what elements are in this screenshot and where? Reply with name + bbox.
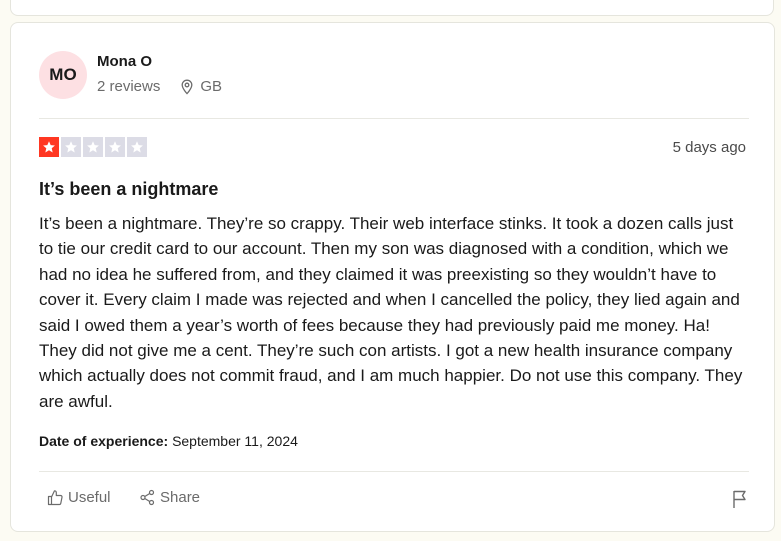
review-body: It’s been a nightmare. They’re so crappy… <box>39 214 743 411</box>
reviewer-meta: 2 reviews GB <box>97 78 222 95</box>
experience-date: September 11, 2024 <box>172 433 298 449</box>
avatar[interactable]: MO <box>39 51 87 99</box>
star-empty <box>83 137 103 157</box>
star-empty <box>105 137 125 157</box>
star-icon <box>109 141 121 153</box>
country-code: GB <box>200 78 223 95</box>
review-title[interactable]: It’s been a nightmare <box>39 179 218 200</box>
reviewer-name[interactable]: Mona O <box>97 53 152 70</box>
reviewer-location: GB <box>180 78 222 95</box>
review-date: 5 days ago <box>672 139 746 156</box>
star-icon <box>43 141 55 153</box>
share-button[interactable]: Share <box>139 489 200 506</box>
star-filled <box>39 137 59 157</box>
useful-label: Useful <box>68 489 111 506</box>
star-empty <box>127 137 147 157</box>
footer-divider <box>39 471 749 472</box>
date-of-experience: Date of experience: September 11, 2024 <box>39 433 298 449</box>
share-label: Share <box>160 489 201 506</box>
location-pin-icon <box>181 79 193 95</box>
share-icon <box>140 489 155 506</box>
star-empty <box>61 137 81 157</box>
experience-label: Date of experience: <box>39 433 169 449</box>
useful-button[interactable]: Useful <box>47 489 111 506</box>
header-divider <box>39 118 749 119</box>
report-button[interactable] <box>731 489 749 514</box>
avatar-initials: MO <box>49 65 77 84</box>
flag-icon <box>733 490 746 508</box>
star-icon <box>131 141 143 153</box>
star-icon <box>65 141 77 153</box>
review-count: 2 reviews <box>97 78 161 95</box>
thumbs-up-icon <box>47 490 63 506</box>
previous-review-card <box>10 0 774 16</box>
review-card: MO Mona O 2 reviews GB 5 days ago It’s b… <box>10 22 775 532</box>
review-actions: Useful Share <box>39 489 749 513</box>
star-icon <box>87 141 99 153</box>
star-rating <box>39 137 147 157</box>
